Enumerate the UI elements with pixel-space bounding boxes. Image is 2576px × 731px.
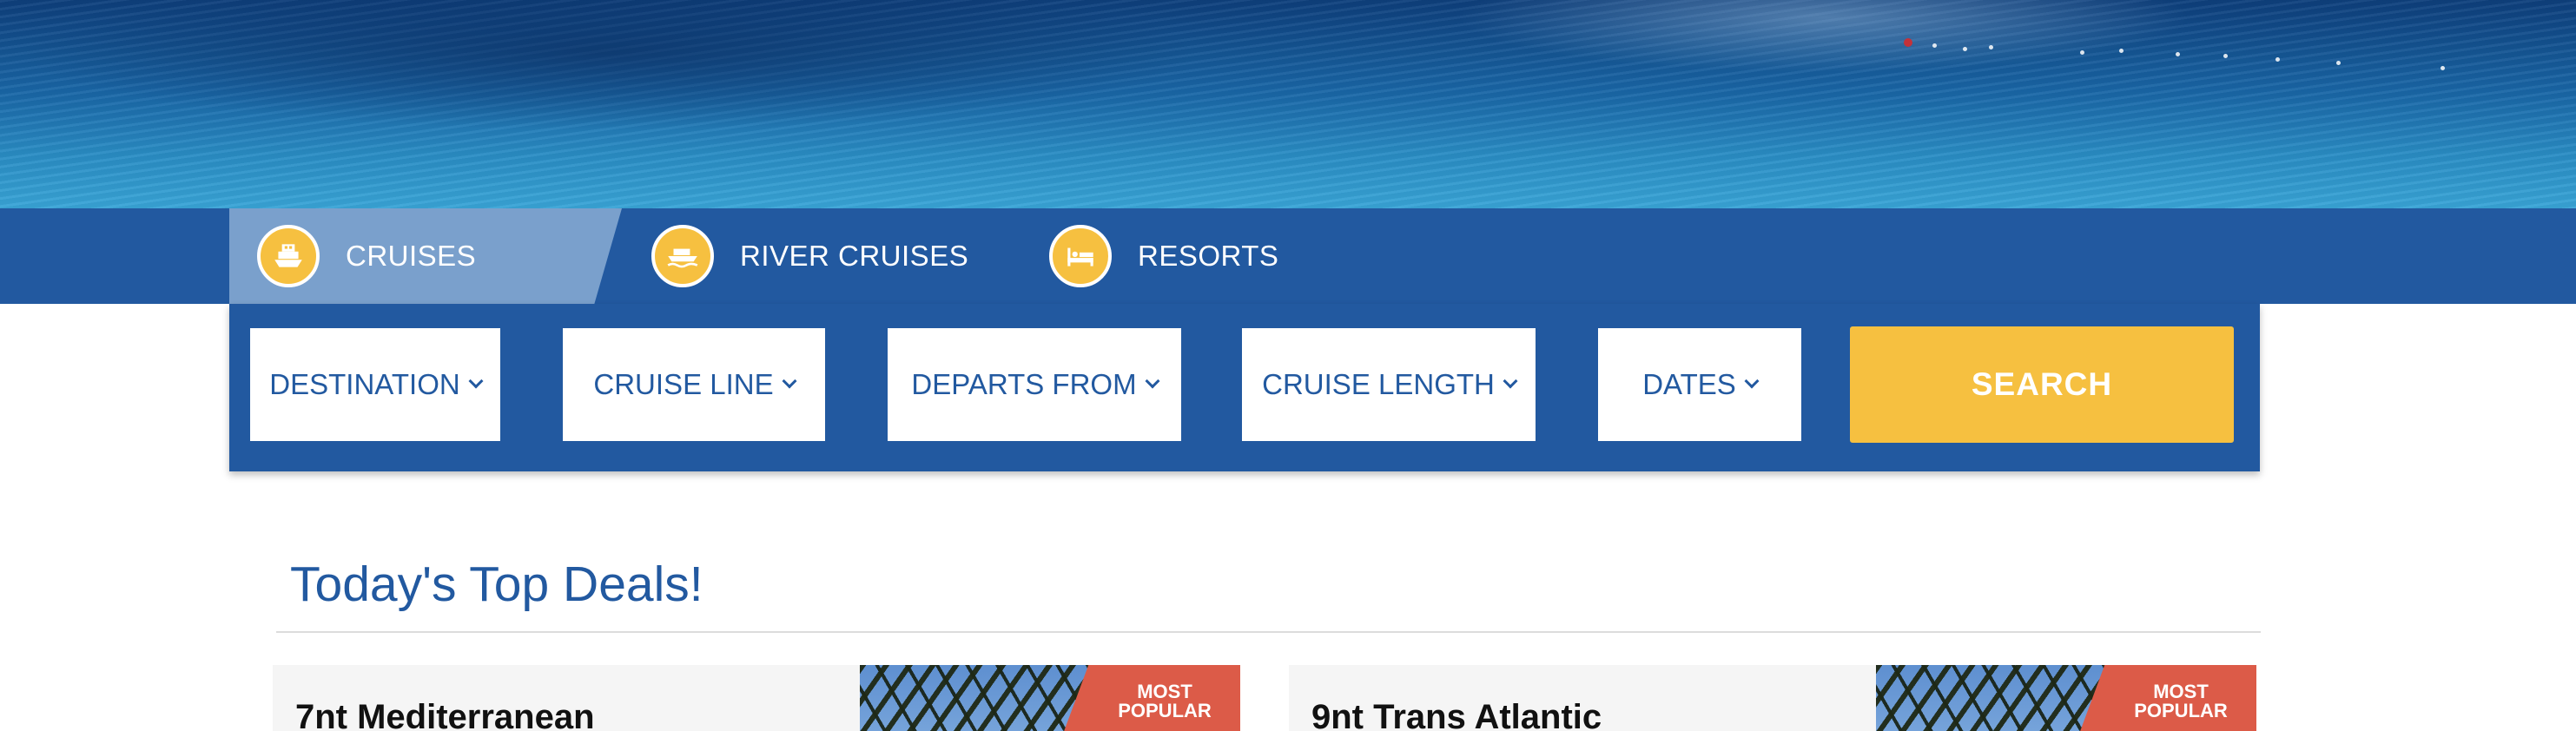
departs-from-label: DEPARTS FROM bbox=[911, 368, 1137, 400]
ship-icon bbox=[257, 225, 320, 287]
deal-title: 9nt Trans Atlantic bbox=[1311, 698, 1602, 731]
departs-from-dropdown[interactable]: DEPARTS FROM bbox=[888, 328, 1181, 441]
cruise-line-dropdown[interactable]: CRUISE LINE bbox=[563, 328, 825, 441]
bed-icon bbox=[1049, 225, 1112, 287]
chevron-down-icon bbox=[468, 373, 484, 389]
tab-label: CRUISES bbox=[346, 240, 477, 272]
divider bbox=[276, 631, 2261, 633]
tab-label: RESORTS bbox=[1138, 240, 1279, 272]
badge-line: MOST bbox=[2153, 681, 2209, 702]
hero-ocean-image bbox=[0, 0, 2576, 212]
deal-card[interactable]: 9nt Trans Atlantic MOST POPULAR bbox=[1289, 665, 2256, 731]
most-popular-badge: MOST POPULAR bbox=[1060, 665, 1240, 731]
cruise-line-label: CRUISE LINE bbox=[593, 368, 774, 400]
badge-line: MOST bbox=[1137, 681, 1192, 702]
deal-card[interactable]: 7nt Mediterranean MOST POPULAR bbox=[273, 665, 1240, 731]
dates-label: DATES bbox=[1642, 368, 1736, 400]
most-popular-badge: MOST POPULAR bbox=[2076, 665, 2256, 731]
chevron-down-icon bbox=[1145, 373, 1160, 389]
tab-label: RIVER CRUISES bbox=[740, 240, 969, 272]
deal-title: 7nt Mediterranean bbox=[295, 698, 595, 731]
dates-dropdown[interactable]: DATES bbox=[1598, 328, 1801, 441]
river-boat-icon bbox=[651, 225, 714, 287]
search-button[interactable]: SEARCH bbox=[1850, 326, 2234, 443]
deals-heading: Today's Top Deals! bbox=[290, 556, 703, 612]
tab-cruises[interactable]: CRUISES bbox=[229, 208, 622, 304]
destination-label: DESTINATION bbox=[269, 368, 460, 400]
chevron-down-icon bbox=[782, 373, 797, 389]
badge-line: POPULAR bbox=[2134, 700, 2228, 721]
chevron-down-icon bbox=[1744, 373, 1760, 389]
search-panel: DESTINATION CRUISE LINE DEPARTS FROM CRU… bbox=[229, 304, 2260, 471]
page: CRUISES RIVER CRUISES RESORTS DESTINATIO… bbox=[0, 0, 2576, 731]
tab-resorts[interactable]: RESORTS bbox=[1049, 208, 1362, 304]
destination-dropdown[interactable]: DESTINATION bbox=[250, 328, 500, 441]
chevron-down-icon bbox=[1503, 373, 1518, 389]
cruise-length-dropdown[interactable]: CRUISE LENGTH bbox=[1242, 328, 1536, 441]
cruise-length-label: CRUISE LENGTH bbox=[1262, 368, 1495, 400]
badge-line: POPULAR bbox=[1118, 700, 1212, 721]
product-tabs: CRUISES RIVER CRUISES RESORTS bbox=[229, 208, 2260, 304]
tab-river-cruises[interactable]: RIVER CRUISES bbox=[651, 208, 1016, 304]
